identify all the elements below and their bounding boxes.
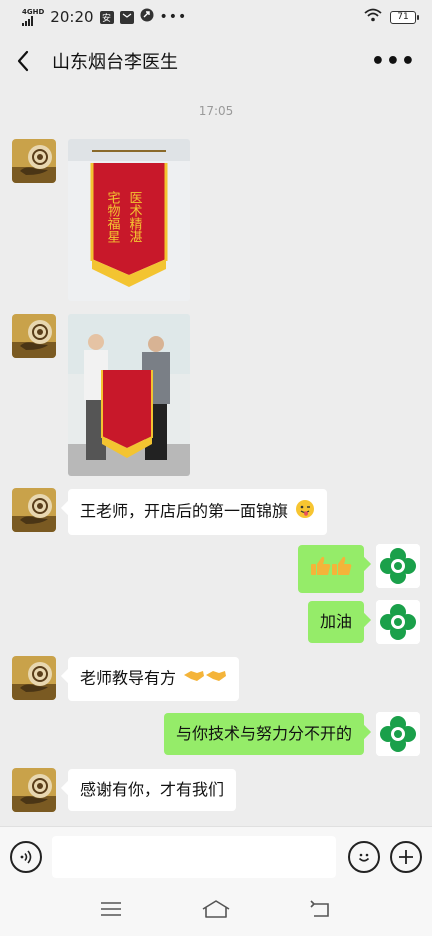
signal-icon: 4GHD <box>22 7 45 26</box>
banner-right-text: 医术精湛 <box>127 191 143 243</box>
my-avatar[interactable] <box>376 600 420 644</box>
handshake-icon <box>183 667 227 691</box>
back-nav-icon[interactable] <box>310 900 332 922</box>
app-icon <box>140 8 154 26</box>
message-text: 老师教导有方 <box>80 668 177 688</box>
chat-header: 山东烟台李医生 ••• <box>0 34 432 88</box>
emoji-icon[interactable] <box>348 840 380 873</box>
my-avatar[interactable] <box>376 544 420 588</box>
contact-avatar[interactable] <box>12 768 56 812</box>
more-dots-icon: ••• <box>159 9 188 25</box>
message-bubble[interactable]: 感谢有你，才有我们 <box>68 769 237 811</box>
chat-image[interactable]: 医术精湛 宅物福星 <box>68 139 190 301</box>
status-bar: 4GHD 20:20 安 ••• 71 <box>0 0 432 34</box>
message-timestamp: 17:05 <box>198 104 234 118</box>
my-avatar[interactable] <box>376 712 420 756</box>
contact-avatar[interactable] <box>12 314 56 358</box>
battery-icon: 71 <box>390 10 419 24</box>
message-input[interactable] <box>52 835 336 878</box>
system-nav-bar <box>0 886 432 936</box>
winking-tongue-emoji-icon <box>295 499 315 525</box>
wifi-icon <box>364 8 382 26</box>
thumbs-up-icon <box>309 556 353 582</box>
voice-icon[interactable] <box>10 840 42 873</box>
status-time: 20:20 <box>50 8 94 26</box>
plus-icon[interactable] <box>390 840 422 873</box>
input-bar <box>0 826 432 886</box>
message-text: 加油 <box>319 612 352 631</box>
chat-title: 山东烟台李医生 <box>52 52 178 73</box>
message-bubble[interactable]: 王老师，开店后的第一面锦旗 <box>68 489 328 535</box>
message-bubble[interactable] <box>298 545 364 593</box>
chat-area[interactable]: 17:05 医术精湛 宅物福星 王老师，开店后的第一面锦旗 加油 老师教导有方 … <box>0 88 432 826</box>
message-bubble[interactable]: 与你技术与努力分不开的 <box>163 713 364 755</box>
contact-avatar[interactable] <box>12 139 56 183</box>
mail-icon <box>119 10 134 24</box>
more-dots-icon[interactable]: ••• <box>371 49 416 74</box>
contact-avatar[interactable] <box>12 656 56 700</box>
shield-icon: 安 <box>99 10 114 24</box>
message-bubble[interactable]: 老师教导有方 <box>68 657 240 701</box>
chevron-left-icon[interactable] <box>16 46 40 76</box>
chat-image[interactable] <box>68 314 190 476</box>
banner-left-text: 宅物福星 <box>105 191 121 243</box>
message-text: 感谢有你，才有我们 <box>80 780 225 799</box>
menu-icon[interactable] <box>100 901 122 921</box>
message-bubble[interactable]: 加油 <box>307 601 364 643</box>
network-type: 4GHD <box>22 7 45 16</box>
home-icon[interactable] <box>201 899 231 923</box>
message-text: 与你技术与努力分不开的 <box>175 724 352 743</box>
message-text: 王老师，开店后的第一面锦旗 <box>80 501 289 521</box>
contact-avatar[interactable] <box>12 488 56 532</box>
